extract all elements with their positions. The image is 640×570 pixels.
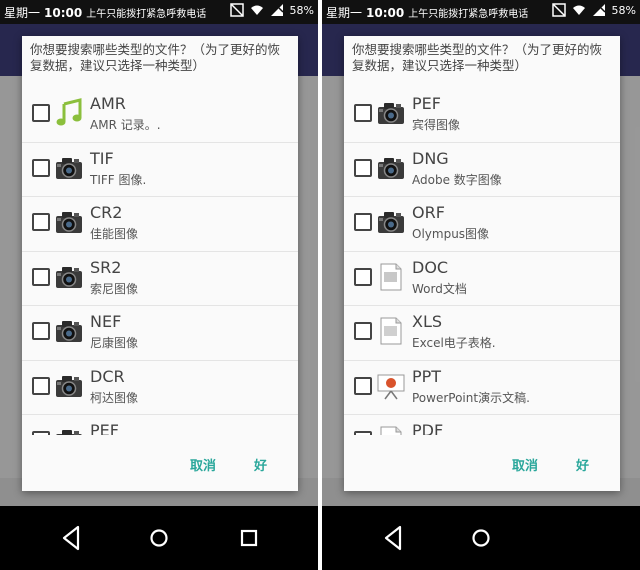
- ok-button[interactable]: 好: [576, 455, 589, 474]
- battery-percentage: 58%: [611, 3, 636, 17]
- phone-screen-right: 星期一 10:00 上午只能拨打紧急呼救电话 58% 你想要搜索哪些类型的文件？（为…: [322, 0, 640, 570]
- file-type-description: TIFF 图像.: [90, 172, 147, 187]
- file-type-name: DOC: [412, 257, 449, 277]
- status-time: 10:00: [366, 6, 405, 20]
- dialog-title: 你想要搜索哪些类型的文件？（为了更好的恢复数据，建议只选择一种类型）: [352, 42, 603, 73]
- navigation-bar: [322, 506, 640, 570]
- file-type-list: AMR AMR 记录。. TIF TIFF 图像. CR2 佳能图像 SR2 索尼图像 NEF 尼…: [22, 88, 298, 472]
- file-type-name: PEF: [412, 94, 441, 113]
- status-time: 10:00: [44, 6, 83, 20]
- file-type-name: AMR: [90, 94, 126, 113]
- file-type-name: PPT: [412, 366, 442, 386]
- file-type-checkbox[interactable]: [354, 322, 372, 340]
- presentation-icon: [376, 371, 406, 401]
- camera-icon: [54, 153, 84, 183]
- file-type-description: 尼康图像: [90, 336, 139, 350]
- file-type-checkbox[interactable]: [354, 376, 372, 395]
- document-icon: [376, 262, 406, 292]
- file-type-name: TIF: [90, 148, 114, 168]
- camera-icon: [376, 207, 406, 237]
- status-bar: 星期一 10:00 上午只能拨打紧急呼救电话 58%: [0, 0, 318, 24]
- navigation-bar: [0, 506, 318, 570]
- blocked-notification-icon: [229, 3, 244, 17]
- file-type-row[interactable]: CR2 佳能图像: [22, 197, 298, 252]
- file-type-list: PEF 宾得图像 DNG Adobe 数字图像 ORF Olympus图像 DOC Word文…: [344, 88, 620, 472]
- file-type-name: DCR: [90, 366, 125, 386]
- file-type-dialog: 你想要搜索哪些类型的文件？（为了更好的恢复数据，建议只选择一种类型） PEF 宾得…: [344, 36, 620, 491]
- file-type-checkbox[interactable]: [354, 158, 372, 177]
- file-type-description: AMR 记录。.: [90, 118, 161, 132]
- file-type-name: XLS: [412, 312, 443, 331]
- status-notification: 上午只能拨打紧急呼救电话: [86, 9, 207, 20]
- file-type-name: ORF: [412, 203, 445, 222]
- file-type-row[interactable]: DCR 柯达图像: [22, 361, 298, 415]
- file-type-row[interactable]: DNG Adobe 数字图像: [344, 143, 620, 197]
- cancel-button[interactable]: 取消: [190, 455, 216, 474]
- wifi-icon: [250, 5, 263, 15]
- ok-button[interactable]: 好: [254, 455, 267, 474]
- file-type-row[interactable]: SR2 索尼图像: [22, 252, 298, 306]
- phone-screen-left: 星期一 10:00 上午只能拨打紧急呼救电话 58% 你想要搜索哪些类型的文件？（为…: [0, 0, 318, 570]
- file-type-description: Excel电子表格.: [412, 336, 496, 350]
- file-type-checkbox[interactable]: [32, 322, 50, 340]
- file-type-description: Olympus图像: [412, 227, 490, 241]
- file-type-checkbox[interactable]: [354, 104, 372, 122]
- file-type-description: 柯达图像: [90, 390, 139, 405]
- back-icon[interactable]: [58, 524, 86, 552]
- back-icon[interactable]: [380, 524, 408, 552]
- signal-icon: [270, 4, 284, 16]
- file-type-description: 宾得图像: [412, 118, 461, 132]
- file-type-description: Adobe 数字图像: [412, 172, 502, 187]
- spreadsheet-icon: [376, 316, 406, 346]
- battery-percentage: 58%: [289, 3, 314, 17]
- file-type-checkbox[interactable]: [354, 267, 372, 286]
- file-type-name: CR2: [90, 203, 123, 222]
- file-type-row[interactable]: DOC Word文档: [344, 252, 620, 306]
- file-type-row[interactable]: NEF 尼康图像: [22, 306, 298, 361]
- status-bar: 星期一 10:00 上午只能拨打紧急呼救电话 58%: [322, 0, 640, 24]
- dialog-actions: 取消 好: [344, 435, 620, 491]
- camera-icon: [54, 371, 84, 401]
- music-note-icon: [54, 98, 84, 128]
- file-type-row[interactable]: AMR AMR 记录。.: [22, 88, 298, 143]
- dialog-actions: 取消 好: [22, 435, 298, 491]
- file-type-checkbox[interactable]: [32, 158, 50, 177]
- camera-icon: [376, 153, 406, 183]
- file-type-checkbox[interactable]: [32, 267, 50, 286]
- file-type-row[interactable]: TIF TIFF 图像.: [22, 143, 298, 197]
- status-day: 星期一: [4, 6, 41, 20]
- file-type-name: NEF: [90, 312, 122, 331]
- recents-icon[interactable]: [235, 524, 263, 552]
- file-type-row[interactable]: PPT PowerPoint演示文稿.: [344, 361, 620, 415]
- file-type-checkbox[interactable]: [32, 213, 50, 231]
- file-type-row[interactable]: XLS Excel电子表格.: [344, 306, 620, 361]
- cancel-button[interactable]: 取消: [512, 455, 538, 474]
- wifi-icon: [572, 5, 585, 15]
- file-type-dialog: 你想要搜索哪些类型的文件？（为了更好的恢复数据，建议只选择一种类型） AMR AM…: [22, 36, 298, 491]
- file-type-row[interactable]: PEF 宾得图像: [344, 88, 620, 143]
- file-type-row[interactable]: ORF Olympus图像: [344, 197, 620, 252]
- file-type-checkbox[interactable]: [32, 376, 50, 395]
- file-type-checkbox[interactable]: [354, 213, 372, 231]
- file-type-name: SR2: [90, 257, 122, 277]
- status-notification: 上午只能拨打紧急呼救电话: [408, 9, 529, 20]
- camera-icon: [54, 316, 84, 346]
- file-type-description: Word文档: [412, 281, 467, 296]
- blocked-notification-icon: [551, 3, 566, 17]
- file-type-checkbox[interactable]: [32, 104, 50, 122]
- file-type-description: PowerPoint演示文稿.: [412, 390, 530, 405]
- camera-icon: [54, 262, 84, 292]
- status-day: 星期一: [326, 6, 363, 20]
- file-type-name: DNG: [412, 148, 449, 168]
- home-icon[interactable]: [145, 524, 173, 552]
- camera-icon: [376, 98, 406, 128]
- file-type-description: 佳能图像: [90, 227, 139, 241]
- home-icon[interactable]: [467, 524, 495, 552]
- file-type-description: 索尼图像: [90, 281, 139, 296]
- dialog-title: 你想要搜索哪些类型的文件？（为了更好的恢复数据，建议只选择一种类型）: [30, 42, 281, 73]
- camera-icon: [54, 207, 84, 237]
- signal-icon: [592, 4, 606, 16]
